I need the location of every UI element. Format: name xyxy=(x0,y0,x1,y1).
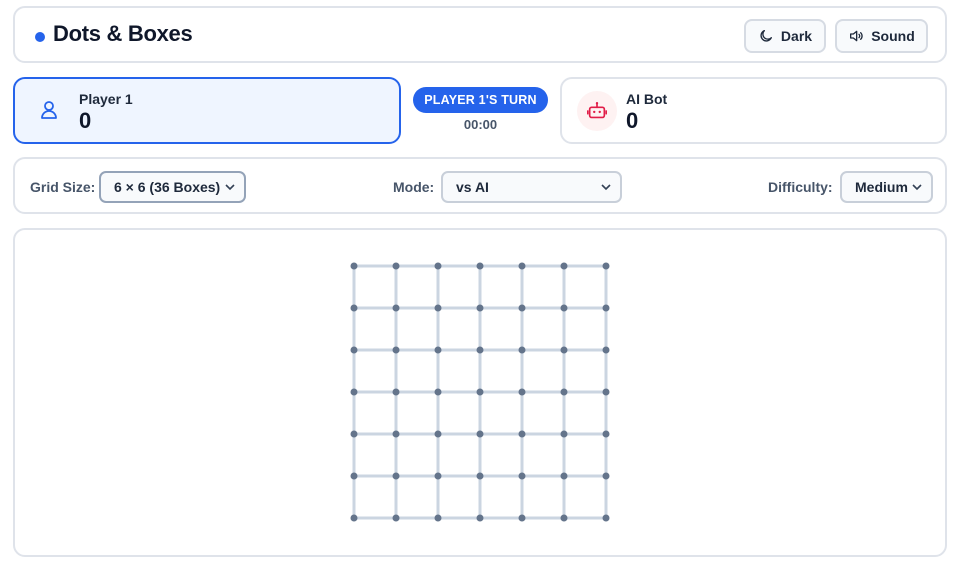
mode-value: vs AI xyxy=(456,179,489,195)
grid-dot xyxy=(434,304,442,312)
game-board-panel xyxy=(13,228,947,557)
grid-dot xyxy=(602,346,610,354)
grid-dot xyxy=(518,388,526,396)
dark-mode-label: Dark xyxy=(780,28,813,44)
title-dot-icon xyxy=(35,32,45,42)
grid-dot xyxy=(476,472,484,480)
chevron-down-icon xyxy=(225,184,235,191)
header-bar: Dots & Boxes Dark Sound xyxy=(13,6,947,63)
dark-mode-button[interactable]: Dark xyxy=(744,19,826,53)
grid-dot xyxy=(350,472,358,480)
app-title: Dots & Boxes xyxy=(53,21,193,46)
settings-bar: Grid Size: 6 × 6 (36 Boxes) Mode: vs AI … xyxy=(13,157,947,214)
grid-dot xyxy=(434,514,442,522)
game-timer: 00:00 xyxy=(463,117,498,132)
grid-dot xyxy=(350,346,358,354)
grid-dot xyxy=(560,388,568,396)
user-icon xyxy=(41,101,57,119)
turn-badge: PLAYER 1'S TURN xyxy=(413,87,548,113)
grid-dot xyxy=(476,430,484,438)
bot-avatar xyxy=(577,91,617,131)
grid-dot xyxy=(560,514,568,522)
grid-dot xyxy=(518,430,526,438)
grid-dot xyxy=(518,346,526,354)
grid-dot xyxy=(560,262,568,270)
grid-dot xyxy=(476,514,484,522)
player2-card: AI Bot 0 xyxy=(560,77,947,144)
grid-dot xyxy=(602,514,610,522)
grid-dot xyxy=(518,472,526,480)
sound-label: Sound xyxy=(871,28,915,44)
grid-dot xyxy=(602,430,610,438)
sound-button[interactable]: Sound xyxy=(835,19,928,53)
grid-dot xyxy=(560,304,568,312)
grid-dot xyxy=(560,472,568,480)
grid-size-select[interactable]: 6 × 6 (36 Boxes) xyxy=(99,171,246,203)
grid-size-label: Grid Size: xyxy=(30,179,96,195)
grid-dot xyxy=(350,262,358,270)
grid-dot xyxy=(434,472,442,480)
grid-dot xyxy=(560,346,568,354)
moon-icon xyxy=(760,30,772,42)
grid-dot xyxy=(602,388,610,396)
grid-dot xyxy=(602,472,610,480)
speaker-icon xyxy=(850,30,863,42)
grid-dot xyxy=(392,430,400,438)
grid-dot xyxy=(434,430,442,438)
grid-dot xyxy=(350,514,358,522)
grid-dot xyxy=(350,304,358,312)
grid-size-value: 6 × 6 (36 Boxes) xyxy=(114,179,221,195)
player2-name: AI Bot xyxy=(626,91,668,107)
grid-dot xyxy=(392,304,400,312)
grid-dot xyxy=(350,430,358,438)
grid-dot xyxy=(434,346,442,354)
player1-card: Player 1 0 xyxy=(13,77,401,144)
grid-dot xyxy=(560,430,568,438)
grid-dot xyxy=(392,472,400,480)
mode-label: Mode: xyxy=(393,179,435,195)
grid-dot xyxy=(476,346,484,354)
grid-dot xyxy=(476,388,484,396)
player1-score: 0 xyxy=(79,108,92,133)
grid-dot xyxy=(392,514,400,522)
player2-score: 0 xyxy=(626,108,639,133)
grid-dot xyxy=(518,304,526,312)
robot-icon xyxy=(587,102,607,119)
difficulty-label: Difficulty: xyxy=(768,179,833,195)
chevron-down-icon xyxy=(912,184,922,191)
grid-dot xyxy=(518,262,526,270)
difficulty-value: Medium xyxy=(855,179,908,195)
grid-dot xyxy=(602,304,610,312)
chevron-down-icon xyxy=(601,184,611,191)
grid-dot xyxy=(476,262,484,270)
grid-dot xyxy=(434,388,442,396)
grid-dot xyxy=(476,304,484,312)
grid-dot xyxy=(392,388,400,396)
grid-dot xyxy=(392,346,400,354)
grid-dot xyxy=(350,388,358,396)
player1-name: Player 1 xyxy=(79,91,133,107)
difficulty-select[interactable]: Medium xyxy=(840,171,933,203)
grid-dot xyxy=(392,262,400,270)
game-board xyxy=(350,262,610,522)
grid-dot xyxy=(602,262,610,270)
mode-select[interactable]: vs AI xyxy=(441,171,622,203)
grid-dot xyxy=(434,262,442,270)
grid-dot xyxy=(518,514,526,522)
